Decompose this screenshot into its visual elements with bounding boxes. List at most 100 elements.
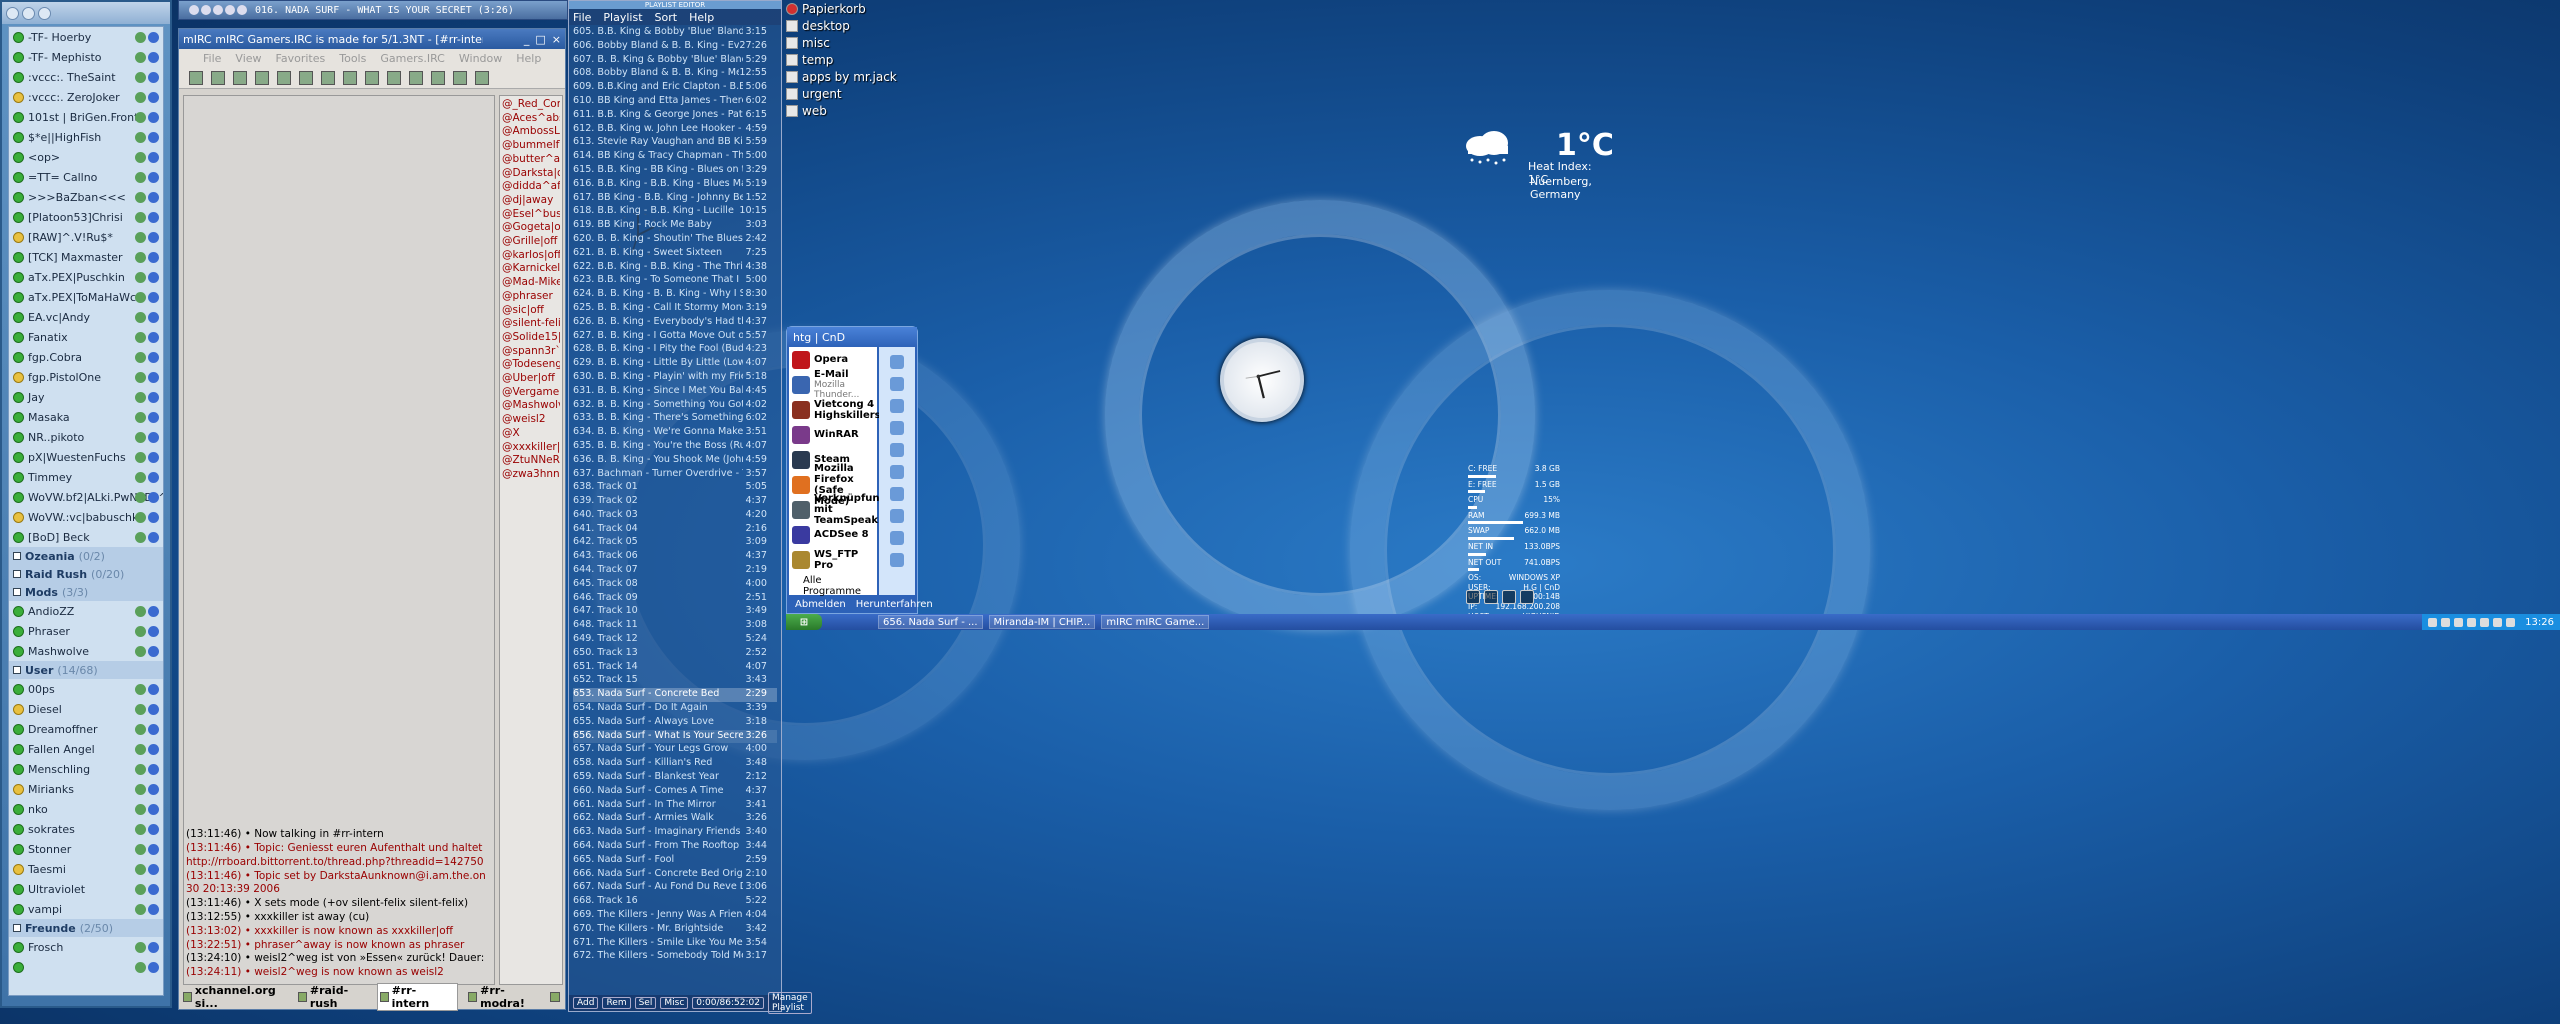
playlist-track[interactable]: 660. Nada Surf - Comes A Time 4:37 <box>573 785 777 799</box>
tile-icon[interactable] <box>409 70 423 85</box>
playlist-track[interactable]: 646. Track 09 2:51 <box>573 592 777 606</box>
playlist-track[interactable]: 628. B. B. King - I Pity the Fool (Buddy… <box>573 343 777 357</box>
nick-item[interactable]: @dj|away <box>502 194 560 208</box>
nick-item[interactable]: @butter^away <box>502 153 560 167</box>
taskbar[interactable]: ⊞ 656. Nada Surf - ... Miranda-IM | CHIP.… <box>786 614 2560 630</box>
minimize-icon[interactable]: _ <box>524 33 530 46</box>
nick-list[interactable]: @_Red_Corner@Aces^absent@AmbossLeech@bum… <box>499 95 563 985</box>
playlist-track[interactable]: 668. Track 16 5:22 <box>573 895 777 909</box>
start-button[interactable]: ⊞ <box>786 614 822 630</box>
prev-icon[interactable] <box>1466 590 1480 604</box>
playlist-track[interactable]: 626. B. B. King - Everybody's Had the Bl… <box>573 316 777 330</box>
playlist-button[interactable]: Sel <box>634 997 657 1009</box>
taskbar-items[interactable]: 656. Nada Surf - ... Miranda-IM | CHIP...… <box>878 615 1210 629</box>
playlist-track[interactable]: 635. B. B. King - You're the Boss (Ruth … <box>573 440 777 454</box>
playlist-track[interactable]: 622. B.B. King - B.B. King - The Thrill … <box>573 261 777 275</box>
desktop-icon[interactable]: urgent <box>786 85 897 102</box>
tray-icon[interactable] <box>2506 617 2516 627</box>
contact-item[interactable]: =TT= Callno <box>9 167 163 187</box>
mirc-menubar[interactable]: File View Favorites Tools Gamers.IRC Window He… <box>179 49 565 67</box>
playlist-track[interactable]: 631. B. B. King - Since I Met You Baby (… <box>573 385 777 399</box>
contact-item[interactable]: [TCK] Maxmaster <box>9 247 163 267</box>
logoff-button[interactable]: Abmelden <box>795 599 846 610</box>
contact-item[interactable]: EA.vc|Andy <box>9 307 163 327</box>
nick-item[interactable]: @X <box>502 427 560 441</box>
contact-item[interactable]: Taesmi <box>9 859 163 879</box>
search-icon[interactable] <box>890 443 904 457</box>
playlist-track[interactable]: 659. Nada Surf - Blankest Year 2:12 <box>573 771 777 785</box>
playlist-track[interactable]: 617. BB King - B.B. King - Johnny Be Goo… <box>573 192 777 206</box>
stop-icon[interactable] <box>1502 590 1516 604</box>
contact-group[interactable]: Ozeania (0/2) <box>9 547 163 565</box>
contact-group[interactable]: Raid Rush (0/20) <box>9 565 163 583</box>
menu-icon[interactable] <box>22 6 35 20</box>
playlist-track[interactable]: 609. B.B.King and Eric Clapton - B.B.Kin… <box>573 81 777 95</box>
next-icon[interactable] <box>1520 590 1534 604</box>
playlist-track[interactable]: 643. Track 06 4:37 <box>573 550 777 564</box>
documents-icon[interactable] <box>890 509 904 523</box>
start-menu[interactable]: htg | CnD Opera E-Mail Mozilla Thunder... V… <box>786 326 933 614</box>
contact-item[interactable]: :vccc:. TheSaint <box>9 67 163 87</box>
contact-item[interactable]: WoVW.:vc|babuschka <box>9 507 163 527</box>
playlist-menu[interactable]: File Playlist Sort Help <box>569 9 781 25</box>
contact-item[interactable]: Frosch <box>9 937 163 957</box>
playlist-track[interactable]: 672. The Killers - Somebody Told Me 3:17 <box>573 950 777 964</box>
contact-item[interactable]: Fallen Angel <box>9 739 163 759</box>
playlist-track[interactable]: 621. B. B. King - Sweet Sixteen 7:25 <box>573 247 777 261</box>
winamp-controls[interactable] <box>189 5 247 15</box>
playlist-track[interactable]: 615. B.B. King - BB King - Blues on the … <box>573 164 777 178</box>
playlist-track[interactable]: 670. The Killers - Mr. Brightside 3:42 <box>573 923 777 937</box>
playlist-menu-item[interactable]: File <box>573 11 591 24</box>
contact-item[interactable]: Fanatix <box>9 327 163 347</box>
nick-item[interactable]: @Mad-Mike|off <box>502 276 560 290</box>
run-icon[interactable] <box>890 487 904 501</box>
nick-item[interactable]: @phraser <box>502 290 560 304</box>
playlist-track[interactable]: 669. The Killers - Jenny Was A Friend Of… <box>573 909 777 923</box>
playlist-track[interactable]: 627. B. B. King - I Gotta Move Out of Th… <box>573 330 777 344</box>
start-right-pane[interactable] <box>879 347 915 595</box>
switchbar-tab[interactable]: xchannel.org si... <box>183 984 288 1010</box>
collapse-icon[interactable] <box>13 924 21 932</box>
winamp-bar[interactable]: 016. NADA SURF - WHAT IS YOUR SECRET (3:… <box>178 0 568 20</box>
playlist-button[interactable]: Add <box>573 997 599 1009</box>
music-icon[interactable] <box>890 531 904 545</box>
playlist-track[interactable]: 612. B.B. King w. John Lee Hooker - You … <box>573 123 777 137</box>
play-icon[interactable] <box>201 5 211 15</box>
collapse-icon[interactable] <box>13 570 21 578</box>
status-icon[interactable] <box>6 6 19 20</box>
playlist-track[interactable]: 637. Bachman - Turner Overdrive - You ai… <box>573 468 777 482</box>
folder-icon[interactable] <box>233 70 247 85</box>
contact-item[interactable]: sokrates <box>9 819 163 839</box>
contact-item[interactable]: [RAW]^.V!Ru$* <box>9 227 163 247</box>
tray-icon[interactable] <box>2467 617 2477 627</box>
close-icon[interactable]: × <box>552 33 561 46</box>
start-menu-item[interactable]: Verknüpfung mit TeamSpeak <box>789 493 887 526</box>
contact-item[interactable]: -TF- Hoerby <box>9 27 163 47</box>
start-menu-item[interactable]: Vietcong 4 Highskillers <box>789 397 881 422</box>
nick-item[interactable]: @_Red_Corner <box>502 98 560 112</box>
contact-item[interactable]: -TF- Mephisto <box>9 47 163 67</box>
switchbar-tab[interactable] <box>550 992 563 1002</box>
contact-item[interactable]: pX|WuestenFuchs <box>9 447 163 467</box>
system-tray[interactable]: 13:26 <box>2422 614 2560 630</box>
playlist-track[interactable]: 632. B. B. King - Something You Got (Kok… <box>573 399 777 413</box>
contact-item[interactable]: Menschling <box>9 759 163 779</box>
timer-icon[interactable] <box>299 70 313 85</box>
playlist-track[interactable]: 663. Nada Surf - Imaginary Friends 3:40 <box>573 826 777 840</box>
playlist-track[interactable]: 651. Track 14 4:07 <box>573 661 777 675</box>
playlist-track[interactable]: 649. Track 12 5:24 <box>573 633 777 647</box>
playlist-track[interactable]: 605. B.B. King & Bobby 'Blue' Bland - 3 … <box>573 26 777 40</box>
channels-icon[interactable] <box>277 70 291 85</box>
contact-item[interactable]: Timmey <box>9 467 163 487</box>
mirc-menu-item[interactable]: Gamers.IRC <box>380 52 445 65</box>
help-icon[interactable] <box>890 465 904 479</box>
cascade-icon[interactable] <box>431 70 445 85</box>
media-buttons[interactable] <box>1466 590 1534 604</box>
play-icon[interactable] <box>1484 590 1498 604</box>
playlist-track[interactable]: 658. Nada Surf - Killian's Red 3:48 <box>573 757 777 771</box>
playlist-track[interactable]: 610. BB King and Etta James - There's So… <box>573 95 777 109</box>
switchbar[interactable]: xchannel.org si... #raid-rush #rr-intern #r… <box>183 983 563 1011</box>
tray-clock[interactable]: 13:26 <box>2525 617 2554 628</box>
mirc-toolbar[interactable] <box>179 67 565 89</box>
nick-item[interactable]: @weisl2 <box>502 413 560 427</box>
